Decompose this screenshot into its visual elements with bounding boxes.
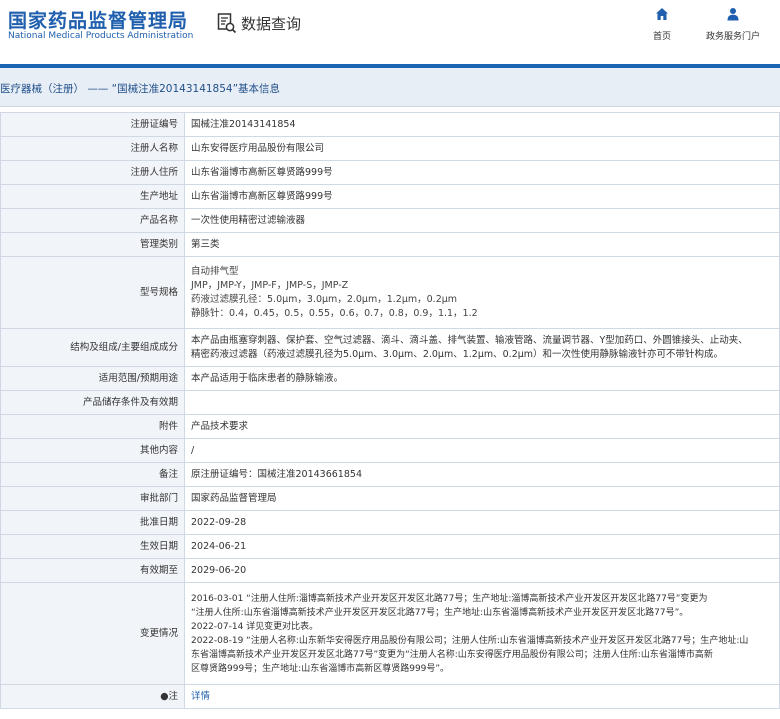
home-icon — [656, 8, 668, 20]
row-label: 注册证编号 — [0, 112, 185, 137]
row-value: 山东省淄博市高新区尊贤路999号 — [184, 160, 780, 185]
change-history-line: 2022-08-19 “注册人名称:山东新华安得医疗用品股份有限公司；注册人住所… — [191, 635, 749, 646]
model-spec-line: JMP，JMP-Y，JMP-F，JMP-S，JMP-Z — [191, 279, 349, 291]
row-label: 适用范围/预期用途 — [0, 366, 185, 391]
table-row: 备注 原注册证编号：国械注准20143661854 — [0, 462, 780, 487]
table-row: 审批部门 国家药品监督管理局 — [0, 486, 780, 511]
table-row: 其他内容 / — [0, 438, 780, 463]
row-value — [184, 390, 780, 415]
data-query-label: 数据查询 — [241, 14, 302, 33]
breadcrumb: 医疗器械（注册） —— “国械注准20143141854”基本信息 — [0, 68, 780, 107]
registration-info-table: 注册证编号 国械注准20143141854 注册人名称 山东安得医疗用品股份有限… — [0, 112, 780, 709]
nav-home-label: 首页 — [652, 32, 671, 42]
table-row: 有效期至 2029-06-20 — [0, 558, 780, 583]
model-spec-line: 自动排气型 — [191, 265, 239, 277]
nav-service-portal-label: 政务服务门户 — [705, 32, 760, 42]
table-row: 型号规格 自动排气型 JMP，JMP-Y，JMP-F，JMP-S，JMP-Z 药… — [0, 256, 780, 329]
row-value: 本产品适用于临床患者的静脉输液。 — [184, 366, 780, 391]
site-logo-cn[interactable]: 国家药品监督管理局 — [8, 6, 188, 33]
row-value: / — [184, 438, 780, 463]
row-value: 产品技术要求 — [184, 414, 780, 439]
row-value: 2029-06-20 — [184, 558, 780, 583]
row-value: 国家药品监督管理局 — [184, 486, 780, 511]
table-row: 附件 产品技术要求 — [0, 414, 780, 439]
row-value: 详情 — [184, 684, 780, 709]
row-label: ●注 — [0, 684, 185, 709]
structure-line: 本产品由瓶塞穿刺器、保护套、空气过滤器、滴斗、滴斗盖、排气装置、输液管路、流量调… — [191, 334, 748, 346]
site-logo-en: National Medical Products Administration — [8, 31, 194, 41]
table-row: 批准日期 2022-09-28 — [0, 510, 780, 535]
row-value: 一次性使用精密过滤输液器 — [184, 208, 780, 233]
row-label: 其他内容 — [0, 438, 185, 463]
row-label: 变更情况 — [0, 582, 185, 685]
table-row: 注册人名称 山东安得医疗用品股份有限公司 — [0, 136, 780, 161]
row-label: 产品名称 — [0, 208, 185, 233]
row-label: 结构及组成/主要组成成分 — [0, 328, 185, 367]
table-row: 管理类别 第三类 — [0, 232, 780, 257]
row-value: 2024-06-21 — [184, 534, 780, 559]
structure-line: 精密药液过滤器（药液过滤膜孔径为5.0μm、3.0μm、2.0μm、1.2μm、… — [191, 348, 724, 360]
row-value: 2022-09-28 — [184, 510, 780, 535]
row-label: 批准日期 — [0, 510, 185, 535]
model-spec-line: 药液过滤膜孔径：5.0μm，3.0μm，2.0μm，1.2μm，0.2μm — [191, 293, 458, 305]
row-value: 原注册证编号：国械注准20143661854 — [184, 462, 780, 487]
site-header: 国家药品监督管理局 National Medical Products Admi… — [0, 0, 780, 64]
row-value: 2016-03-01 “注册人住所:淄博高新技术产业开发区开发区北路77号；生产… — [184, 582, 780, 685]
breadcrumb-text: 医疗器械（注册） —— “国械注准20143141854”基本信息 — [0, 83, 281, 95]
data-query-link[interactable]: 数据查询 — [217, 12, 301, 34]
data-query-icon — [217, 13, 237, 34]
row-value: 山东安得医疗用品股份有限公司 — [184, 136, 780, 161]
nav-service-portal[interactable]: 政务服务门户 — [693, 7, 773, 43]
nav-home[interactable]: 首页 — [622, 7, 702, 43]
table-row: 注册人住所 山东省淄博市高新区尊贤路999号 — [0, 160, 780, 185]
row-label: 备注 — [0, 462, 185, 487]
table-row: 产品名称 一次性使用精密过滤输液器 — [0, 208, 780, 233]
row-label: 有效期至 — [0, 558, 185, 583]
table-row: 生产地址 山东省淄博市高新区尊贤路999号 — [0, 184, 780, 209]
change-history-line: “注册人住所:山东省淄博高新技术产业开发区开发区北路77号；生产地址:山东省淄博… — [191, 607, 689, 618]
table-row: 注册证编号 国械注准20143141854 — [0, 112, 780, 137]
row-label: 生产地址 — [0, 184, 185, 209]
row-label: 注册人名称 — [0, 136, 185, 161]
row-label: 型号规格 — [0, 256, 185, 329]
row-value: 本产品由瓶塞穿刺器、保护套、空气过滤器、滴斗、滴斗盖、排气装置、输液管路、流量调… — [184, 328, 780, 367]
row-label: 生效日期 — [0, 534, 185, 559]
change-history-line: 东省淄博高新技术产业开发区开发区北路77号”变更为“注册人名称:山东安得医疗用品… — [191, 649, 713, 660]
row-value: 自动排气型 JMP，JMP-Y，JMP-F，JMP-S，JMP-Z 药液过滤膜孔… — [184, 256, 780, 329]
row-label: 审批部门 — [0, 486, 185, 511]
row-value: 第三类 — [184, 232, 780, 257]
row-value: 国械注准20143141854 — [184, 112, 780, 137]
row-label: 产品储存条件及有效期 — [0, 390, 185, 415]
change-history-line: 区尊贤路999号；生产地址:山东省淄博市高新区尊贤路999号”。 — [191, 663, 450, 674]
table-row: 适用范围/预期用途 本产品适用于临床患者的静脉输液。 — [0, 366, 780, 391]
table-row: 变更情况 2016-03-01 “注册人住所:淄博高新技术产业开发区开发区北路7… — [0, 582, 780, 685]
row-value: 山东省淄博市高新区尊贤路999号 — [184, 184, 780, 209]
row-label: 附件 — [0, 414, 185, 439]
user-icon — [727, 8, 739, 21]
table-row: ●注 详情 — [0, 684, 780, 709]
model-spec-line: 静脉针：0.4，0.45，0.5，0.55，0.6，0.7，0.8，0.9，1.… — [191, 307, 478, 319]
row-label: 管理类别 — [0, 232, 185, 257]
row-label: 注册人住所 — [0, 160, 185, 185]
table-row: 结构及组成/主要组成成分 本产品由瓶塞穿刺器、保护套、空气过滤器、滴斗、滴斗盖、… — [0, 328, 780, 367]
change-history-line: 2016-03-01 “注册人住所:淄博高新技术产业开发区开发区北路77号；生产… — [191, 593, 708, 604]
details-link[interactable]: 详情 — [191, 691, 210, 702]
table-row: 产品储存条件及有效期 — [0, 390, 780, 415]
change-history-line: 2022-07-14 详见变更对比表。 — [191, 621, 319, 632]
table-row: 生效日期 2024-06-21 — [0, 534, 780, 559]
